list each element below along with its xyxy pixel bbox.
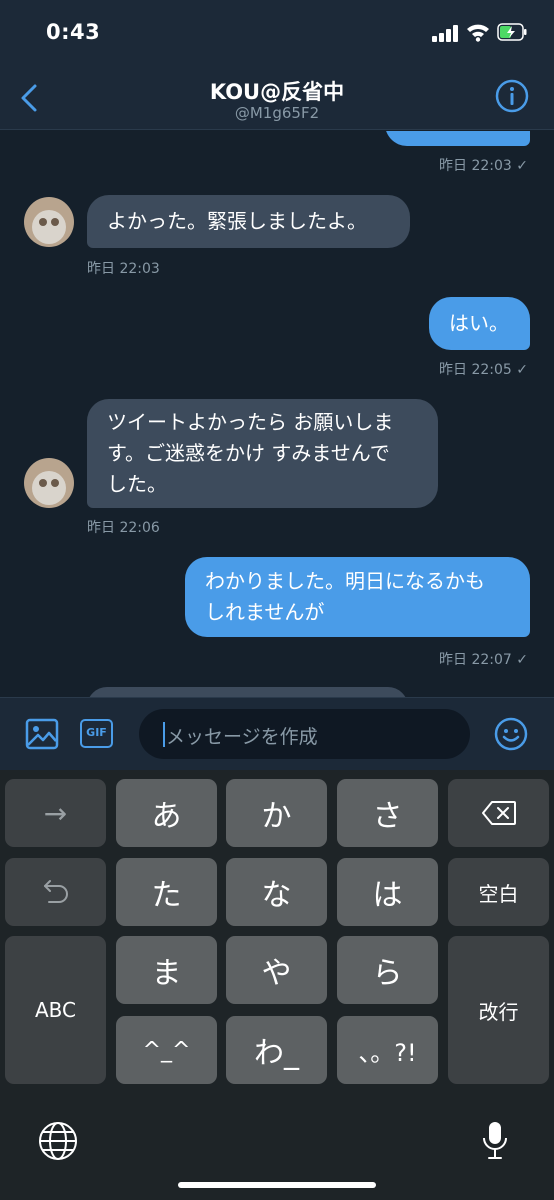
image-icon[interactable]: [25, 717, 59, 751]
key-ha[interactable]: は: [337, 858, 438, 926]
message-timestamp: 昨日 22:03: [87, 261, 160, 277]
message-bubble-outgoing[interactable]: [385, 131, 530, 146]
microphone-icon[interactable]: [481, 1120, 509, 1162]
text-cursor: [163, 722, 165, 747]
key-abc[interactable]: ABC: [5, 936, 106, 1084]
gif-button[interactable]: GIF: [80, 719, 113, 748]
message-bubble-outgoing[interactable]: はい。: [429, 297, 530, 350]
message-timestamp: 昨日 22:07 ✓: [439, 652, 528, 668]
key-ta[interactable]: た: [116, 858, 217, 926]
message-text: す。ご迷惑をかけ すみませんで: [107, 441, 390, 465]
message-text: わかりました。明日になるかも: [205, 569, 485, 593]
conversation-name: KOU@反省中: [209, 80, 345, 104]
message-text: はい。: [449, 311, 509, 335]
key-sa[interactable]: さ: [337, 779, 438, 847]
message-bubble-incoming[interactable]: [87, 687, 408, 697]
undo-icon: [43, 880, 68, 903]
key-na[interactable]: な: [226, 858, 327, 926]
message-bubble-incoming[interactable]: よかった。緊張しましたよ。: [87, 195, 410, 248]
key-arrow[interactable]: →: [5, 779, 106, 847]
key-space[interactable]: 空白: [448, 858, 549, 926]
status-bar: 0:43: [0, 0, 554, 68]
key-a[interactable]: あ: [116, 779, 217, 847]
key-ya[interactable]: や: [226, 936, 327, 1004]
key-ra[interactable]: ら: [337, 936, 438, 1004]
key-undo[interactable]: [5, 858, 106, 926]
home-indicator[interactable]: [178, 1182, 376, 1188]
message-text: した。: [107, 472, 167, 496]
message-bubble-outgoing[interactable]: わかりました。明日になるかも しれませんが: [185, 557, 530, 637]
conversation-header: KOU@反省中 @M1g65F2: [0, 68, 554, 130]
key-kaomoji[interactable]: ^_^: [116, 1016, 217, 1084]
message-text: しれませんが: [205, 600, 325, 624]
message-text: ツイートよかったら お願いしま: [107, 410, 394, 434]
message-timestamp: 昨日 22:05 ✓: [439, 362, 528, 378]
emoji-icon[interactable]: [494, 717, 528, 751]
avatar[interactable]: [24, 458, 74, 508]
backspace-icon: [481, 801, 516, 825]
cellular-signal-icon: [432, 24, 460, 42]
conversation-handle: @M1g65F2: [234, 104, 320, 122]
message-bubble-incoming[interactable]: ツイートよかったら お願いしま す。ご迷惑をかけ すみませんで した。: [87, 399, 438, 508]
key-enter[interactable]: 改行: [448, 936, 549, 1084]
wifi-icon: [467, 24, 489, 42]
globe-icon[interactable]: [38, 1121, 78, 1161]
battery-icon: [497, 23, 527, 41]
message-timestamp: 昨日 22:03 ✓: [439, 158, 528, 174]
message-timestamp: 昨日 22:06: [87, 520, 160, 536]
message-input-placeholder: メッセージを作成: [166, 726, 318, 748]
info-icon[interactable]: [494, 78, 530, 114]
key-ka[interactable]: か: [226, 779, 327, 847]
key-punctuation[interactable]: 、。?!: [337, 1016, 438, 1084]
message-input[interactable]: メッセージを作成: [139, 709, 470, 759]
message-thread[interactable]: 昨日 22:03 ✓ よかった。緊張しましたよ。 昨日 22:03 はい。 昨日…: [0, 131, 554, 697]
key-wa[interactable]: わ_: [226, 1016, 327, 1084]
message-text: よかった。緊張しましたよ。: [107, 209, 367, 233]
avatar[interactable]: [24, 197, 74, 247]
status-time: 0:43: [46, 20, 101, 44]
key-ma[interactable]: ま: [116, 936, 217, 1004]
japanese-keyboard: → あ か さ た な は 空白 ABC ま や ら 改行 ^_^ わ_ 、。?…: [0, 770, 554, 1200]
key-backspace[interactable]: [448, 779, 549, 847]
message-composer: GIF メッセージを作成: [0, 697, 554, 770]
